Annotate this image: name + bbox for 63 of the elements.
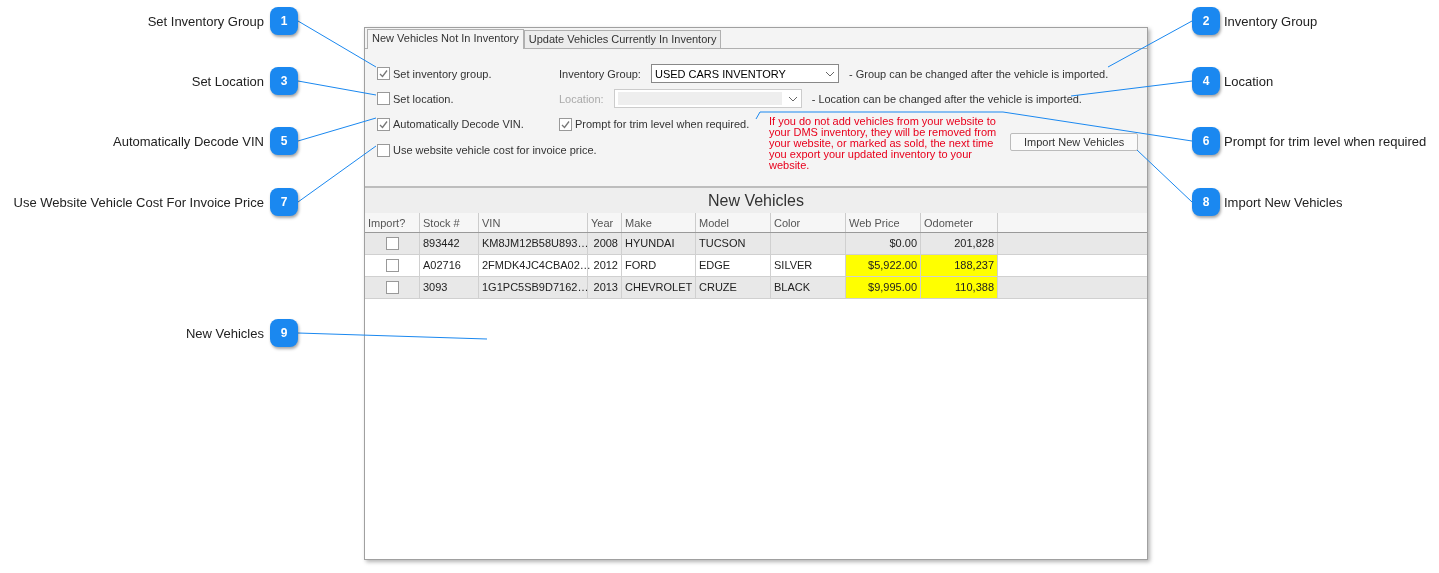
table-cell: A02716 (420, 255, 479, 276)
checkbox-label: Prompt for trim level when required. (575, 118, 750, 130)
callout-badge: 9 (270, 319, 298, 347)
table-cell: 201,828 (921, 233, 998, 254)
column-header[interactable]: Stock # (420, 213, 479, 232)
table-cell: $0.00 (846, 233, 921, 254)
field-label: Location: (559, 92, 604, 105)
callout-badge: 3 (270, 67, 298, 95)
callout-label: Set Location (191, 73, 264, 89)
callout-badge: 2 (1192, 7, 1220, 35)
column-header[interactable]: Color (771, 213, 846, 232)
table-cell: $9,995.00 (846, 277, 921, 298)
callout-badge: 5 (270, 127, 298, 155)
callout-badge: 7 (270, 188, 298, 216)
column-header[interactable]: VIN (479, 213, 588, 232)
table-cell: 2013 (588, 277, 622, 298)
callout-badge: 1 (270, 7, 298, 35)
grid-title: New Vehicles (365, 188, 1147, 213)
table-cell: 110,388 (921, 277, 998, 298)
column-header[interactable]: Year (588, 213, 622, 232)
callout-label: Import New Vehicles (1224, 194, 1343, 210)
column-header[interactable]: Web Price (846, 213, 921, 232)
table-cell: 893442 (420, 233, 479, 254)
table-cell: 2FMDK4JC4CBA02… (479, 255, 588, 276)
checkbox-label: Set inventory group. (393, 67, 492, 80)
import-button[interactable]: Import New Vehicles (1010, 133, 1139, 151)
tab[interactable]: Update Vehicles Currently In Inventory (523, 30, 722, 48)
table-cell: 1G1PC5SB9D7162… (479, 277, 588, 298)
callout-label: Use Website Vehicle Cost For Invoice Price (13, 194, 264, 210)
table-cell: 2012 (588, 255, 622, 276)
callout-label: New Vehicles (185, 325, 264, 341)
callout-label: Set Inventory Group (147, 13, 264, 29)
callout-label: Location (1224, 73, 1274, 89)
checkbox-label: Automatically Decode VIN. (393, 118, 524, 130)
tab[interactable]: New Vehicles Not In Inventory (367, 29, 524, 49)
column-header[interactable]: Model (696, 213, 771, 232)
table-cell: HYUNDAI (622, 233, 696, 254)
table-cell: 3093 (420, 277, 479, 298)
table-cell: EDGE (696, 255, 771, 276)
table-cell: 188,237 (921, 255, 998, 276)
callout-label: Automatically Decode VIN (113, 133, 264, 149)
callout-badge: 4 (1192, 67, 1220, 95)
table-cell: CHEVROLET (622, 277, 696, 298)
note-text: - Group can be changed after the vehicle is imported. (848, 67, 1109, 80)
column-header[interactable]: Make (622, 213, 696, 232)
table-cell: CRUZE (696, 277, 771, 298)
callout-badge: 8 (1192, 188, 1220, 216)
checkbox-label: Use website vehicle cost for invoice price. (393, 144, 597, 156)
table-cell: FORD (622, 255, 696, 276)
field-label: Inventory Group: (559, 67, 641, 80)
inventory-group-dropdown[interactable]: USED CARS INVENTORY (650, 64, 839, 83)
checkbox-label: Set location. (393, 92, 454, 105)
note-text: - Location can be changed after the vehicle is imported. (811, 92, 1082, 105)
table-cell: TUCSON (696, 233, 771, 254)
callout-label: Inventory Group (1224, 13, 1318, 29)
table-cell: 2008 (588, 233, 622, 254)
column-header[interactable]: Import? (365, 213, 420, 232)
warning-text: If you do not add vehicles from your website to your DMS inventory, they will be removed from your website, or marked as sold, the next time you export your updated inventory to your website. (769, 116, 998, 171)
column-header[interactable]: Odometer (921, 213, 998, 232)
table-cell: KM8JM12B58U893… (479, 233, 588, 254)
table-cell: $5,922.00 (846, 255, 921, 276)
callout-badge: 6 (1192, 127, 1220, 155)
callout-label: Prompt for trim level when required (1224, 133, 1427, 149)
